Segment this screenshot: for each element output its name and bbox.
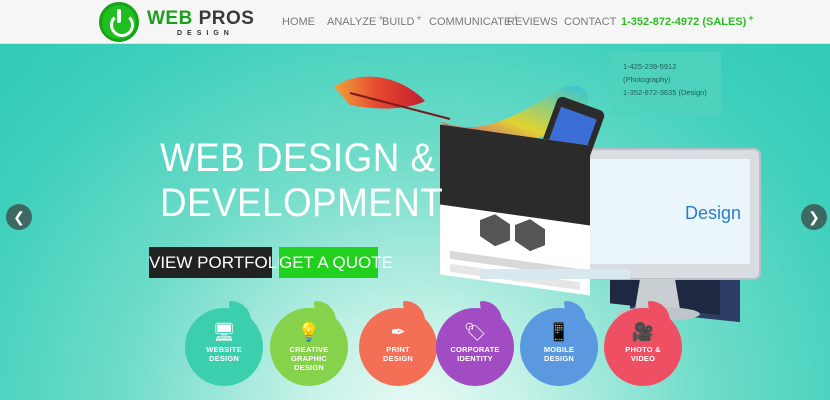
slider-prev-icon[interactable]: ❮ — [6, 204, 32, 230]
hero-title: WEB DESIGN & DEVELOPMENT — [160, 136, 444, 226]
nav-communicate-label: COMMUNICATE — [429, 16, 512, 28]
service-camera[interactable]: 🎥 PHOTO & VIDEO — [604, 301, 682, 386]
service-lightbulb[interactable]: 💡 CREATIVE GRAPHIC DESIGN — [270, 301, 348, 386]
feather-icon — [334, 76, 425, 109]
service-pen[interactable]: ✒ PRINT DESIGN — [359, 301, 437, 386]
service-label-line1: WEBSITE — [206, 345, 242, 354]
logo-word-web: WEB — [147, 8, 193, 29]
svg-text:Design: Design — [685, 203, 741, 223]
service-label-line2: DESIGN — [544, 354, 574, 363]
service-bubble-tail — [229, 301, 251, 323]
phone-popup: 1-425-239-5912 (Photography) 1-352-872-3… — [611, 52, 721, 116]
service-label: PHOTO & VIDEO — [606, 345, 680, 363]
nav-communicate[interactable]: COMMUNICATE + — [429, 13, 519, 28]
nav-reviews-label: REVIEWS — [507, 16, 558, 28]
nav-home-label: HOME — [282, 16, 315, 28]
plus-icon: + — [748, 13, 754, 23]
service-label-line3: DESIGN — [294, 363, 324, 372]
nav-reviews[interactable]: REVIEWS — [507, 16, 558, 28]
service-smartphone[interactable]: 📱 MOBILE DESIGN — [520, 301, 598, 386]
power-icon — [99, 2, 139, 42]
logo-subtitle: DESIGN — [177, 30, 234, 37]
service-label-line2: IDENTITY — [457, 354, 493, 363]
service-label-line1: CREATIVE — [289, 345, 329, 354]
service-label-line2: GRAPHIC — [291, 354, 327, 363]
popup-line-photography-label: (Photography) — [623, 75, 671, 84]
popup-line-design-phone: 1-352-872-3635 (Design) — [623, 88, 707, 97]
nav-contact-label: CONTACT — [564, 16, 617, 28]
logo-word-pros: PROS — [198, 8, 255, 29]
get-a-quote-button[interactable]: GET A QUOTE — [279, 247, 393, 278]
nav-build[interactable]: BUILD + — [382, 13, 422, 28]
plus-icon: + — [416, 13, 422, 23]
nav-home[interactable]: HOME — [282, 16, 315, 28]
monitor-icon: 🖥 — [212, 322, 236, 342]
slider-next-icon[interactable]: ❯ — [801, 204, 827, 230]
hero-title-line-2: DEVELOPMENT — [160, 181, 444, 225]
tag-icon: 🏷 — [463, 322, 487, 342]
sales-phone-label: 1-352-872-4972 (SALES) — [621, 16, 747, 28]
nav-sales-phone[interactable]: 1-352-872-4972 (SALES) + — [621, 13, 754, 28]
service-monitor[interactable]: 🖥 WEBSITE DESIGN — [185, 301, 263, 386]
logo-wordmark: WEB PROS — [147, 8, 254, 30]
service-label-line1: MOBILE — [543, 345, 575, 354]
pen-icon: ✒ — [390, 322, 406, 342]
service-label: MOBILE DESIGN — [522, 345, 596, 363]
smartphone-icon: 📱 — [547, 322, 571, 342]
service-label: WEBSITE DESIGN — [187, 345, 261, 363]
service-label: CREATIVE GRAPHIC DESIGN — [272, 345, 346, 372]
service-label-line1: PHOTO & — [625, 345, 661, 354]
camera-icon: 🎥 — [631, 322, 655, 342]
service-label-line2: VIDEO — [630, 354, 656, 363]
nav-contact[interactable]: CONTACT — [564, 16, 616, 28]
service-label: PRINT DESIGN — [361, 345, 435, 363]
lightbulb-icon: 💡 — [297, 322, 321, 342]
service-label-line1: CORPORATE — [450, 345, 500, 354]
service-tag[interactable]: 🏷 CORPORATE IDENTITY — [436, 301, 514, 386]
service-label-line2: DESIGN — [209, 354, 239, 363]
popup-line-photography-phone: 1-425-239-5912 — [623, 62, 677, 71]
nav-build-label: BUILD — [382, 16, 415, 28]
site-logo[interactable]: WEB PROS DESIGN — [99, 2, 261, 42]
site-header: WEB PROS DESIGN HOME ANALYZE + BUILD + COM… — [0, 0, 830, 44]
service-label-line2: DESIGN — [383, 354, 413, 363]
nav-analyze[interactable]: ANALYZE + — [327, 13, 384, 28]
service-label-line1: PRINT — [386, 345, 410, 354]
nav-analyze-label: ANALYZE — [327, 16, 377, 28]
view-portfolio-button[interactable]: VIEW PORTFOLIO — [149, 247, 295, 278]
service-label: CORPORATE IDENTITY — [438, 345, 512, 363]
hero-title-line-1: WEB DESIGN & — [160, 136, 436, 180]
